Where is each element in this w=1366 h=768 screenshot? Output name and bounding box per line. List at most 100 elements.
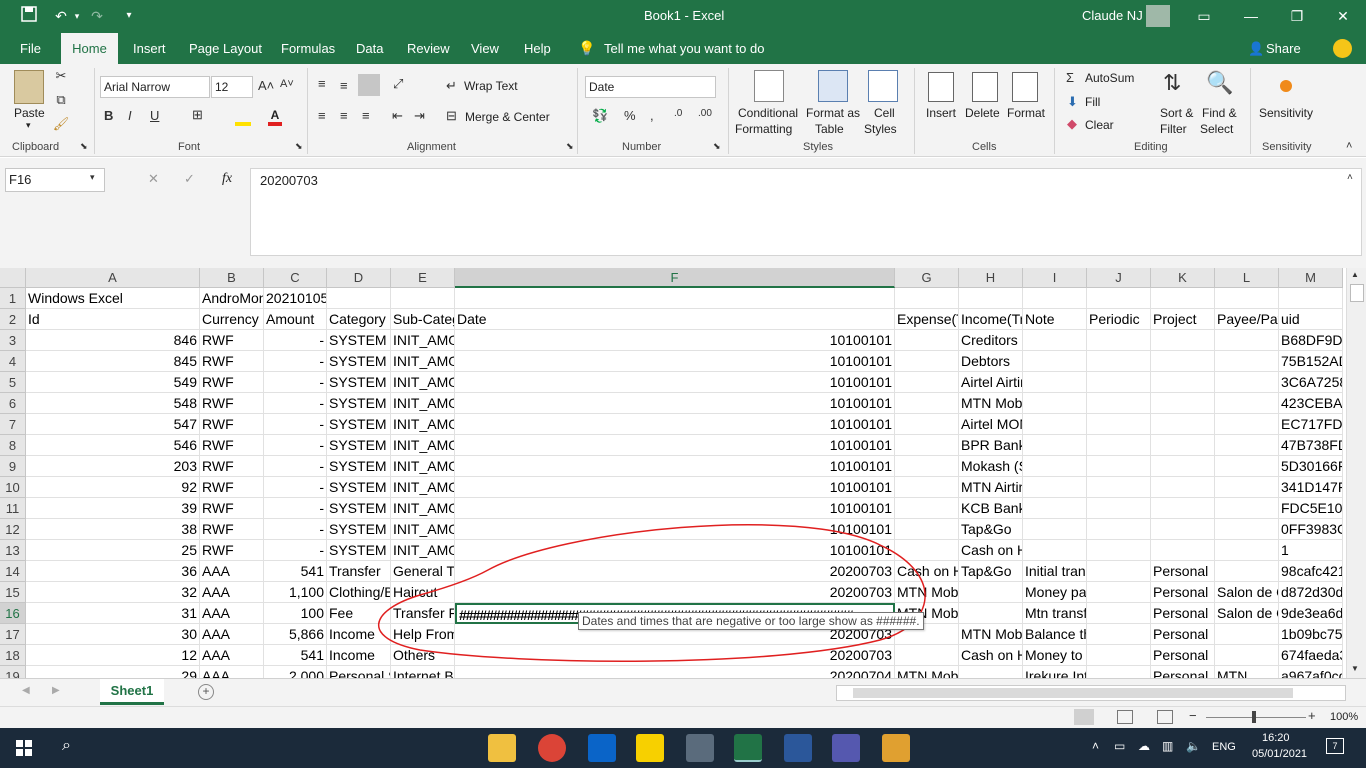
row-header[interactable]: 7 <box>0 414 26 435</box>
cell-j14[interactable] <box>1087 561 1151 582</box>
cell-c3[interactable]: - <box>264 330 327 351</box>
cell-m16[interactable]: 9de3ea6d <box>1279 603 1343 624</box>
format-as-table-line1[interactable]: Format as <box>806 106 860 120</box>
cell-l15[interactable]: Salon de Coiffure <box>1215 582 1279 603</box>
cell-h5[interactable]: Airtel Airtime Bal. <box>959 372 1023 393</box>
align-left-icon[interactable]: ≡ <box>318 108 326 123</box>
horizontal-scroll-thumb[interactable] <box>853 688 1293 698</box>
format-cells-button[interactable]: Format <box>1007 106 1045 120</box>
battery-icon[interactable]: ▭ <box>1114 739 1125 753</box>
row-header[interactable]: 14 <box>0 561 26 582</box>
horizontal-scrollbar[interactable] <box>836 685 1346 701</box>
cell-a2[interactable]: Id <box>26 309 200 330</box>
comma-icon[interactable]: , <box>650 108 654 123</box>
align-bottom-icon[interactable] <box>358 74 380 96</box>
paste-button[interactable]: Paste <box>14 106 45 120</box>
cell-l13[interactable] <box>1215 540 1279 561</box>
cell-d17[interactable]: Income <box>327 624 391 645</box>
tab-home[interactable]: Home <box>61 33 118 64</box>
cell-h12[interactable]: Tap&Go <box>959 519 1023 540</box>
cell-h2[interactable]: Income(Transfer In) <box>959 309 1023 330</box>
chrome-icon[interactable] <box>538 734 566 762</box>
cell-a13[interactable]: 25 <box>26 540 200 561</box>
windows-start-icon[interactable] <box>16 740 32 756</box>
cell-h19[interactable] <box>959 666 1023 678</box>
scroll-up-icon[interactable]: ▲ <box>1351 270 1359 279</box>
outlook-icon[interactable] <box>588 734 616 762</box>
cell-f6[interactable]: 10100101 <box>455 393 895 414</box>
cell-j5[interactable] <box>1087 372 1151 393</box>
cell-a12[interactable]: 38 <box>26 519 200 540</box>
cell-k13[interactable] <box>1151 540 1215 561</box>
row-header[interactable]: 19 <box>0 666 26 678</box>
cell-k11[interactable] <box>1151 498 1215 519</box>
excel-taskbar-icon[interactable] <box>734 734 762 762</box>
row-header[interactable]: 16 <box>0 603 26 624</box>
copy-icon[interactable]: ⧉ <box>52 92 70 108</box>
worksheet-grid[interactable]: ABCDEFGHIJKLM1Windows ExcelAndroMoney202… <box>0 268 1346 678</box>
cell-d13[interactable]: SYSTEM <box>327 540 391 561</box>
tray-chevron-icon[interactable]: ˄ <box>1092 739 1099 753</box>
cell-e7[interactable]: INIT_AMOUNT <box>391 414 455 435</box>
cell-a17[interactable]: 30 <box>26 624 200 645</box>
cell-d18[interactable]: Income <box>327 645 391 666</box>
format-as-table-icon[interactable] <box>818 70 848 102</box>
cell-h8[interactable]: BPR Bank <box>959 435 1023 456</box>
fill-button[interactable]: Fill <box>1085 95 1100 109</box>
increase-indent-icon[interactable]: ⇥ <box>414 108 425 124</box>
cell-j4[interactable] <box>1087 351 1151 372</box>
cell-j19[interactable] <box>1087 666 1151 678</box>
cell-c12[interactable]: - <box>264 519 327 540</box>
cell-i10[interactable] <box>1023 477 1087 498</box>
format-painter-icon[interactable]: 🖌 <box>52 116 70 132</box>
align-center-icon[interactable]: ≡ <box>340 108 348 123</box>
cell-f18[interactable]: 20200703 <box>455 645 895 666</box>
cell-e18[interactable]: Others <box>391 645 455 666</box>
cell-d5[interactable]: SYSTEM <box>327 372 391 393</box>
cell-f7[interactable]: 10100101 <box>455 414 895 435</box>
cell-d16[interactable]: Fee <box>327 603 391 624</box>
zoom-slider[interactable] <box>1206 717 1306 718</box>
scroll-down-icon[interactable]: ▼ <box>1351 664 1359 673</box>
cell-i2[interactable]: Note <box>1023 309 1087 330</box>
cell-b6[interactable]: RWF <box>200 393 264 414</box>
cell-f19[interactable]: 20200704 <box>455 666 895 678</box>
cell-f15[interactable]: 20200703 <box>455 582 895 603</box>
minimize-icon[interactable]: — <box>1240 6 1262 26</box>
sticky-notes-icon[interactable] <box>636 734 664 762</box>
cell-f3[interactable]: 10100101 <box>455 330 895 351</box>
insert-cells-button[interactable]: Insert <box>926 106 956 120</box>
cell-g6[interactable] <box>895 393 959 414</box>
cell-g19[interactable]: MTN Mobile Money <box>895 666 959 678</box>
cell-l5[interactable] <box>1215 372 1279 393</box>
cell-f11[interactable]: 10100101 <box>455 498 895 519</box>
cell-h15[interactable] <box>959 582 1023 603</box>
cell-d8[interactable]: SYSTEM <box>327 435 391 456</box>
insert-function-icon[interactable]: fx <box>222 171 232 187</box>
cell-m11[interactable]: FDC5E105 <box>1279 498 1343 519</box>
cell-d19[interactable]: Personal Spending <box>327 666 391 678</box>
cell-d7[interactable]: SYSTEM <box>327 414 391 435</box>
cell-h10[interactable]: MTN Airtime Balance <box>959 477 1023 498</box>
cell-l11[interactable] <box>1215 498 1279 519</box>
cell-e16[interactable]: Transfer Fee <box>391 603 455 624</box>
cell-c15[interactable]: 1,100 <box>264 582 327 603</box>
cell-i17[interactable]: Balance that i had when <box>1023 624 1087 645</box>
column-header-i[interactable]: I <box>1023 268 1087 288</box>
cell-c1[interactable]: 20210105 <box>264 288 327 309</box>
cell-c11[interactable]: - <box>264 498 327 519</box>
cell-m18[interactable]: 674faeda3 <box>1279 645 1343 666</box>
cell-k7[interactable] <box>1151 414 1215 435</box>
formula-input[interactable]: 20200703 <box>250 168 1362 256</box>
row-header[interactable]: 2 <box>0 309 26 330</box>
align-top-icon[interactable]: ≡ <box>318 76 326 91</box>
alignment-launcher-icon[interactable]: ⬊ <box>566 141 574 152</box>
decrease-indent-icon[interactable]: ⇤ <box>392 108 403 124</box>
column-header-h[interactable]: H <box>959 268 1023 288</box>
cell-b9[interactable]: RWF <box>200 456 264 477</box>
cell-b7[interactable]: RWF <box>200 414 264 435</box>
cell-k18[interactable]: Personal <box>1151 645 1215 666</box>
cell-m2[interactable]: uid <box>1279 309 1343 330</box>
decrease-decimal-icon[interactable]: .00 <box>698 108 712 119</box>
cell-h7[interactable]: Airtel MOMO <box>959 414 1023 435</box>
